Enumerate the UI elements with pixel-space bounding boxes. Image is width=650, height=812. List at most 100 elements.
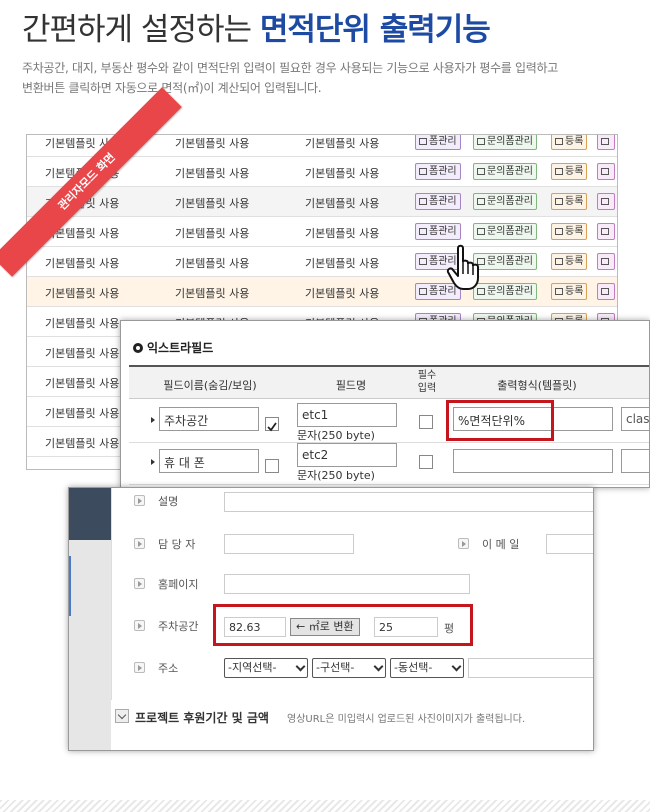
page-title: 간편하게 설정하는 면적단위 출력기능 [22,4,491,49]
more-button[interactable] [597,163,615,180]
header-required: 필수 입력 [417,370,437,394]
extra-field-panel: 익스트라필드 필드이름(숨김/보임) 필드명 필수 입력 출력형식(템플릿) 주… [120,320,650,488]
more-button[interactable] [597,223,615,240]
description-input[interactable] [224,492,593,512]
extra-field-row-2: 휴 대 폰 etc2 문자(250 byte) [129,443,649,485]
button-label: 폼관리 [429,226,457,237]
form-manage-button[interactable]: 폼관리 [415,223,461,240]
document-icon [477,198,485,205]
field-bullet-icon [134,495,145,506]
table-row: 기본템플릿 사용기본템플릿 사용기본템플릿 사용폼관리문의폼관리등록 [27,217,617,247]
collapse-toggle-icon[interactable] [115,709,129,723]
field-type-label: 문자(250 byte) [297,469,375,482]
document-icon [477,168,485,175]
table-cell: 기본템플릿 사용 [305,227,380,240]
page-title-strong: 면적단위 출력기능 [259,12,491,48]
field-key-input[interactable]: etc1 [297,403,397,427]
feature-description: 주차공간, 대지, 부동산 평수와 같이 면적단위 입력이 필요한 경우 사용되… [22,58,642,98]
required-checkbox[interactable] [419,455,433,469]
required-checkbox[interactable] [419,415,433,429]
field-bullet-icon [134,538,145,549]
button-label: 문의폼관리 [487,196,533,207]
inquiry-form-button[interactable]: 문의폼관리 [473,223,537,240]
form-footer: 프로젝트 후원기간 및 금액 영상URL은 미입력시 업로드된 사진이미지가 출… [111,700,593,750]
document-icon [477,138,485,145]
more-button[interactable] [597,193,615,210]
table-cell: 기본템플릿 사용 [175,197,250,210]
manager-input[interactable] [224,534,354,554]
register-button[interactable]: 등록 [551,283,588,300]
side-nav-header [69,488,111,540]
form-manage-button[interactable]: 폼관리 [415,135,461,150]
inquiry-form-button[interactable]: 문의폼관리 [473,193,537,210]
more-button[interactable] [597,253,615,270]
form-body: 설명 담 당 자 이 메 일 홈페이지 주차공간 82.63 ← ㎡로 변환 2… [111,488,593,700]
form-manage-button[interactable]: 폼관리 [415,163,461,180]
label-address: 주소 [158,662,179,675]
district-select[interactable]: -구선택- [312,658,386,678]
more-button[interactable] [597,283,615,300]
bottom-divider [0,800,650,812]
document-icon [555,138,563,145]
table-cell: 기본템플릿 사용 [175,287,250,300]
inquiry-form-button[interactable]: 문의폼관리 [473,135,537,150]
button-label: 등록 [565,256,584,267]
description-line-2: 변환버튼 클릭하면 자동으로 면적(㎡)이 계산되어 입력됩니다. [22,81,322,95]
more-button[interactable] [597,135,615,150]
button-label: 등록 [565,136,584,147]
button-label: 폼관리 [429,196,457,207]
document-icon [419,288,427,295]
address-detail-input[interactable] [468,658,593,678]
document-icon [555,258,563,265]
row-arrow-icon [151,417,155,423]
button-label: 등록 [565,196,584,207]
section-note: 영상URL은 미입력시 업로드된 사진이미지가 출력됩니다. [287,714,526,725]
extra-field-row-1: 주차공간 etc1 문자(250 byte) %면적단위% class [129,401,649,443]
class-input[interactable]: class [621,407,649,431]
document-icon [419,168,427,175]
user-form-panel: 설명 담 당 자 이 메 일 홈페이지 주차공간 82.63 ← ㎡로 변환 2… [68,487,594,751]
class-input[interactable] [621,449,649,473]
table-row: 기본템플릿 사용기본템플릿 사용기본템플릿 사용폼관리문의폼관리등록 [27,277,617,307]
register-button[interactable]: 등록 [551,193,588,210]
table-cell: 기본템플릿 사용 [305,197,380,210]
table-cell: 기본템플릿 사용 [305,167,380,180]
dong-select[interactable]: -동선택- [390,658,464,678]
field-name-input[interactable]: 휴 대 폰 [159,449,259,473]
table-cell: 기본템플릿 사용 [45,437,120,450]
form-manage-button[interactable]: 폼관리 [415,193,461,210]
button-label: 문의폼관리 [487,226,533,237]
table-cell: 기본템플릿 사용 [45,287,120,300]
field-type-label: 문자(250 byte) [297,429,375,442]
visibility-checkbox[interactable] [265,459,279,473]
email-input[interactable] [546,534,593,554]
inquiry-form-button[interactable]: 문의폼관리 [473,163,537,180]
document-icon [601,168,609,175]
homepage-input[interactable] [224,574,470,594]
table-cell: 기본템플릿 사용 [45,377,120,390]
table-cell: 기본템플릿 사용 [175,167,250,180]
table-cell: 기본템플릿 사용 [175,257,250,270]
register-button[interactable]: 등록 [551,135,588,150]
header-field: 필드명 [335,379,367,392]
format-template-input[interactable] [453,449,613,473]
field-bullet-icon [134,578,145,589]
visibility-checkbox[interactable] [265,417,279,432]
table-cell: 기본템플릿 사용 [175,137,250,150]
document-icon [419,258,427,265]
document-icon [601,288,609,295]
register-button[interactable]: 등록 [551,223,588,240]
label-parking: 주차공간 [158,620,199,633]
chevron-down-icon [451,661,462,672]
extra-field-title: 익스트라필드 [133,339,213,356]
region-select[interactable]: -지역선택- [224,658,308,678]
field-name-input[interactable]: 주차공간 [159,407,259,431]
document-icon [419,138,427,145]
chevron-down-icon [373,661,384,672]
register-button[interactable]: 등록 [551,253,588,270]
field-bullet-icon [134,620,145,631]
field-key-input[interactable]: etc2 [297,443,397,467]
label-homepage: 홈페이지 [158,578,199,591]
register-button[interactable]: 등록 [551,163,588,180]
check-icon [267,422,277,432]
